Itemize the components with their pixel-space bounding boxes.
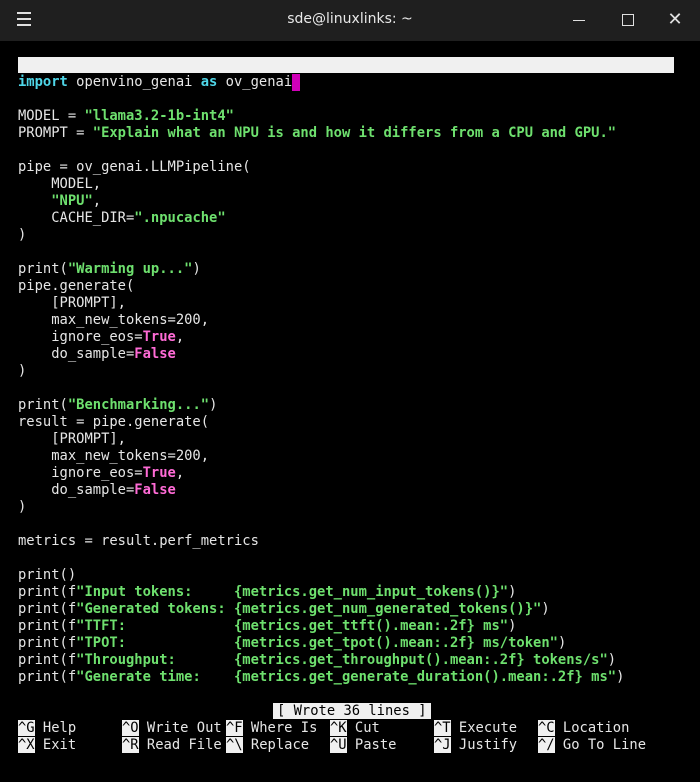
- text-cursor: [292, 74, 301, 91]
- code-line: ): [18, 363, 27, 379]
- shortcut-label: Paste: [346, 737, 397, 753]
- code-line: max_new_tokens=200,: [18, 448, 210, 464]
- code-line: print("Warming up..."): [18, 261, 201, 277]
- code-line: ): [18, 227, 27, 243]
- shortcut-label: Cut: [346, 720, 380, 736]
- shortcut-key: ^/: [538, 737, 555, 753]
- code-line: print("Benchmarking..."): [18, 397, 218, 413]
- shortcut-help[interactable]: ^G Help: [18, 720, 76, 737]
- shortcut-label: Go To Line: [554, 737, 646, 753]
- shortcut-key: ^O: [122, 720, 139, 736]
- shortcut-label: Justify: [450, 737, 518, 753]
- shortcut-key: ^K: [330, 720, 347, 736]
- code-line: print(f"Generated tokens: {metrics.get_n…: [18, 601, 550, 617]
- code-line: do_sample=False: [18, 482, 176, 498]
- code-line: print(f"Input tokens: {metrics.get_num_i…: [18, 584, 517, 600]
- shortcut-key: ^C: [538, 720, 555, 736]
- code-line: print(): [18, 567, 77, 583]
- shortcut-label: Help: [34, 720, 77, 736]
- shortcut-go-to-line[interactable]: ^/ Go To Line: [538, 737, 646, 754]
- window-titlebar: sde@linuxlinks: ~ ✕: [0, 0, 700, 41]
- shortcut-label: Location: [554, 720, 630, 736]
- code-line: ignore_eos=True,: [18, 329, 185, 345]
- code-line: metrics = result.perf_metrics: [18, 533, 259, 549]
- shortcut-exit[interactable]: ^X Exit: [18, 737, 76, 754]
- code-line: pipe = ov_genai.LLMPipeline(: [18, 159, 251, 175]
- code-line: result = pipe.generate(: [18, 414, 210, 430]
- shortcut-label: Execute: [450, 720, 518, 736]
- shortcut-location[interactable]: ^C Location: [538, 720, 629, 737]
- code-line: print(f"TPOT: {metrics.get_tpot().mean:.…: [18, 635, 567, 651]
- shortcut-label: Write Out: [138, 720, 222, 736]
- editor-buffer[interactable]: import openvino_genai as ov_genai MODEL =…: [18, 74, 624, 686]
- code-line: pipe.generate(: [18, 278, 135, 294]
- close-icon[interactable]: ✕: [663, 8, 687, 32]
- status-message: [ Wrote 36 lines ]: [273, 703, 431, 719]
- shortcut-key: ^J: [434, 737, 451, 753]
- code-line: MODEL,: [18, 176, 102, 192]
- window-title: sde@linuxlinks: ~: [287, 11, 413, 27]
- shortcut-label: Where Is: [242, 720, 318, 736]
- shortcut-execute[interactable]: ^T Execute: [434, 720, 517, 737]
- shortcut-key: ^X: [18, 737, 35, 753]
- code-line: [PROMPT],: [18, 431, 126, 447]
- code-line: PROMPT = "Explain what an NPU is and how…: [18, 125, 617, 141]
- code-line: import openvino_genai as ov_genai: [18, 74, 624, 91]
- shortcut-key: ^U: [330, 737, 347, 753]
- shortcut-label: Replace: [242, 737, 310, 753]
- shortcut-label: Read File: [138, 737, 222, 753]
- shortcut-read-file[interactable]: ^R Read File: [122, 737, 222, 754]
- nano-header: GNU nano 8.7.1 benchmark-npu.py: [18, 57, 674, 105]
- code-line: [PROMPT],: [18, 295, 126, 311]
- shortcut-replace[interactable]: ^\ Replace: [226, 737, 309, 754]
- shortcut-where-is[interactable]: ^F Where Is: [226, 720, 317, 737]
- code-line: max_new_tokens=200,: [18, 312, 210, 328]
- minimize-icon[interactable]: [567, 8, 591, 32]
- shortcut-cut[interactable]: ^K Cut: [330, 720, 380, 737]
- code-line: ignore_eos=True,: [18, 465, 185, 481]
- shortcut-key: ^R: [122, 737, 139, 753]
- code-line: ): [18, 499, 27, 515]
- code-line: print(f"TTFT: {metrics.get_ttft().mean:.…: [18, 618, 517, 634]
- shortcut-write-out[interactable]: ^O Write Out: [122, 720, 222, 737]
- shortcut-label: Exit: [34, 737, 77, 753]
- code-line: print(f"Generate time: {metrics.get_gene…: [18, 669, 625, 685]
- shortcut-key: ^T: [434, 720, 451, 736]
- code-line: CACHE_DIR=".npucache": [18, 210, 226, 226]
- shortcut-justify[interactable]: ^J Justify: [434, 737, 517, 754]
- code-line: print(f"Throughput: {metrics.get_through…: [18, 652, 617, 668]
- shortcut-key: ^G: [18, 720, 35, 736]
- maximize-icon[interactable]: [616, 8, 640, 32]
- code-line: "NPU",: [51, 193, 102, 209]
- code-line: do_sample=False: [18, 346, 176, 362]
- code-line: MODEL = "llama3.2-1b-int4": [18, 108, 234, 124]
- shortcut-key: ^F: [226, 720, 243, 736]
- shortcut-key: ^\: [226, 737, 243, 753]
- shortcut-paste[interactable]: ^U Paste: [330, 737, 396, 754]
